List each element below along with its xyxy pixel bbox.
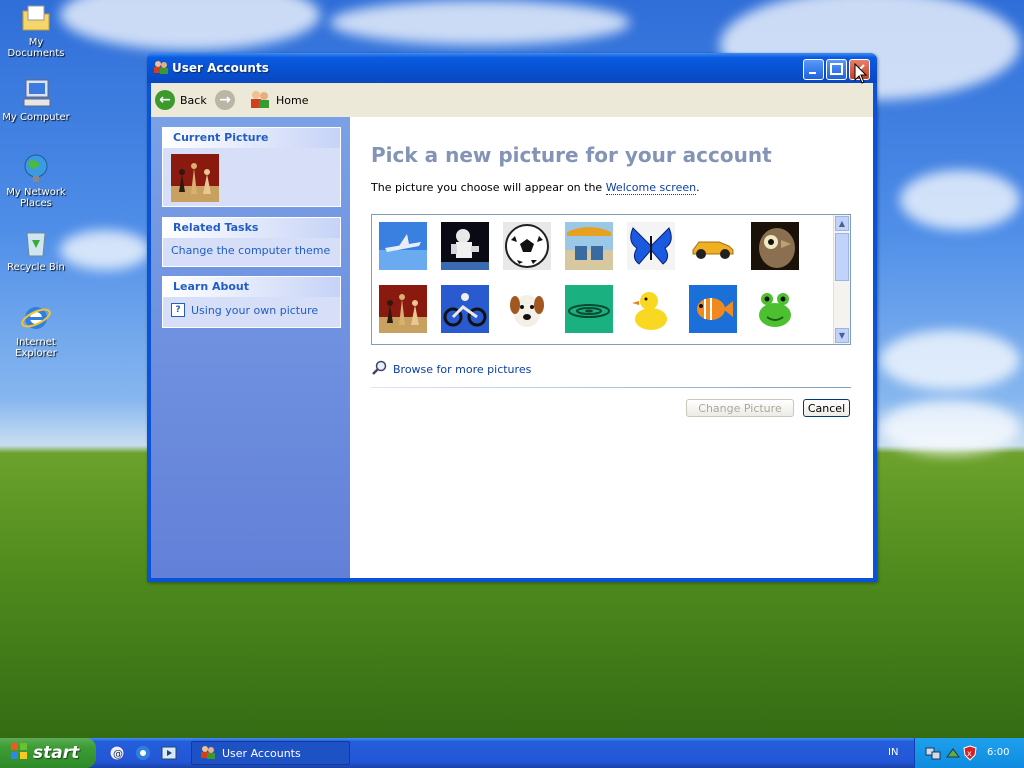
minimize-button[interactable] bbox=[803, 59, 824, 80]
link-label: Using your own picture bbox=[191, 303, 319, 317]
picture-drip[interactable] bbox=[565, 285, 613, 333]
title-bar[interactable]: User Accounts bbox=[147, 53, 877, 83]
panel-header: Learn About bbox=[163, 277, 340, 297]
desktop-icon-label: Recycle Bin bbox=[7, 262, 65, 273]
picture-dirt-bike[interactable] bbox=[441, 285, 489, 333]
desktop-icon-my-network-places[interactable]: My Network Places bbox=[0, 152, 72, 209]
gallery-scrollbar[interactable]: ▲ ▼ bbox=[833, 215, 850, 344]
maximize-button[interactable] bbox=[826, 59, 847, 80]
description-prefix: The picture you choose will appear on th… bbox=[371, 181, 606, 194]
svg-text:x: x bbox=[967, 749, 972, 758]
main-panel: Pick a new picture for your account The … bbox=[350, 117, 873, 578]
picture-gallery[interactable]: ▲ ▼ bbox=[371, 214, 851, 345]
picture-dog[interactable] bbox=[503, 285, 551, 333]
back-button[interactable]: ← Back bbox=[155, 88, 207, 112]
help-icon: ? bbox=[171, 303, 185, 317]
learn-about-panel: Learn About ? Using your own picture bbox=[162, 276, 341, 328]
quick-launch-media-player-icon[interactable] bbox=[160, 744, 178, 765]
using-your-own-picture-link[interactable]: ? Using your own picture bbox=[163, 297, 340, 323]
network-globe-icon bbox=[20, 152, 52, 184]
picture-car[interactable] bbox=[689, 222, 737, 270]
change-picture-button[interactable]: Change Picture bbox=[686, 399, 794, 417]
users-icon bbox=[249, 89, 271, 112]
language-indicator[interactable]: IN bbox=[888, 747, 898, 758]
minimize-icon bbox=[809, 72, 816, 74]
back-arrow-icon: ← bbox=[155, 90, 175, 110]
description-suffix: . bbox=[696, 181, 700, 194]
home-button[interactable]: Home bbox=[249, 88, 308, 112]
desktop-icon-recycle-bin[interactable]: Recycle Bin bbox=[0, 227, 72, 273]
desktop-icon-label: My Network Places bbox=[6, 187, 66, 209]
start-label: start bbox=[33, 743, 80, 763]
panel-header: Current Picture bbox=[163, 128, 340, 148]
forward-arrow-icon: → bbox=[215, 90, 235, 110]
clock[interactable]: 6:00 bbox=[987, 747, 1009, 758]
picture-airplane[interactable] bbox=[379, 222, 427, 270]
quick-launch: @ bbox=[108, 744, 178, 765]
users-icon bbox=[153, 60, 169, 77]
picture-astronaut[interactable] bbox=[441, 222, 489, 270]
picture-frog[interactable] bbox=[751, 285, 799, 333]
browse-for-more-pictures-link[interactable]: Browse for more pictures bbox=[371, 360, 531, 379]
windows-logo-icon bbox=[10, 742, 28, 765]
desktop-icon-label: My Documents bbox=[7, 37, 65, 59]
forward-button[interactable]: → bbox=[215, 88, 235, 112]
taskbar-button-user-accounts[interactable]: User Accounts bbox=[191, 741, 350, 765]
users-icon bbox=[200, 745, 216, 762]
svg-text:@: @ bbox=[113, 749, 123, 760]
magnifier-icon bbox=[371, 360, 387, 379]
navigation-toolbar: ← Back → Home bbox=[151, 83, 873, 118]
current-picture-panel: Current Picture bbox=[162, 127, 341, 207]
desktop-icon-internet-explorer[interactable]: Internet Explorer bbox=[0, 302, 72, 359]
scroll-down-arrow-icon[interactable]: ▼ bbox=[835, 328, 849, 343]
picture-duck[interactable] bbox=[627, 285, 675, 333]
task-sidebar: Current Picture Related Tasks Change the… bbox=[151, 117, 350, 578]
quick-launch-internet-explorer-icon[interactable] bbox=[134, 744, 152, 765]
picture-beach-chairs[interactable] bbox=[565, 222, 613, 270]
desktop-icon-label: My Computer bbox=[2, 112, 70, 123]
description-text: The picture you choose will appear on th… bbox=[371, 181, 700, 195]
window-title: User Accounts bbox=[172, 61, 269, 75]
user-accounts-window: User Accounts ← Back → Home Current Pict… bbox=[147, 53, 877, 582]
page-title: Pick a new picture for your account bbox=[371, 143, 772, 167]
cancel-button[interactable]: Cancel bbox=[803, 399, 850, 417]
panel-header: Related Tasks bbox=[163, 218, 340, 238]
internet-explorer-icon bbox=[20, 302, 52, 334]
divider bbox=[371, 387, 851, 388]
quick-launch-email-icon[interactable]: @ bbox=[108, 744, 126, 765]
computer-icon bbox=[20, 77, 52, 109]
home-label: Home bbox=[276, 93, 309, 107]
folder-icon bbox=[20, 2, 52, 34]
change-computer-theme-link[interactable]: Change the computer theme bbox=[163, 238, 340, 263]
desktop-icon-my-documents[interactable]: My Documents bbox=[0, 2, 72, 59]
system-tray: x 6:00 bbox=[914, 738, 1024, 768]
taskbar: start @ User Accounts IN x 6:00 bbox=[0, 738, 1024, 768]
recycle-bin-icon bbox=[20, 227, 52, 259]
safely-remove-icon[interactable] bbox=[945, 745, 961, 764]
network-icon[interactable] bbox=[925, 745, 941, 764]
picture-fish[interactable] bbox=[689, 285, 737, 333]
picture-butterfly[interactable] bbox=[627, 222, 675, 270]
mouse-cursor-icon bbox=[854, 63, 868, 84]
scrollbar-thumb[interactable] bbox=[835, 233, 849, 281]
current-picture-thumbnail bbox=[171, 154, 219, 202]
window-content: Current Picture Related Tasks Change the… bbox=[151, 117, 873, 578]
picture-soccer-ball[interactable] bbox=[503, 222, 551, 270]
start-button[interactable]: start bbox=[0, 738, 96, 768]
security-shield-icon[interactable]: x bbox=[963, 745, 977, 764]
browse-label: Browse for more pictures bbox=[393, 363, 532, 376]
desktop-icon-label: Internet Explorer bbox=[15, 337, 57, 359]
back-label: Back bbox=[180, 93, 207, 107]
maximize-icon bbox=[830, 63, 843, 75]
desktop-icon-my-computer[interactable]: My Computer bbox=[0, 77, 72, 123]
related-tasks-panel: Related Tasks Change the computer theme bbox=[162, 217, 341, 267]
task-label: User Accounts bbox=[222, 746, 301, 760]
picture-chess[interactable] bbox=[379, 285, 427, 333]
picture-owl[interactable] bbox=[751, 222, 799, 270]
welcome-screen-link[interactable]: Welcome screen bbox=[605, 181, 697, 195]
scroll-up-arrow-icon[interactable]: ▲ bbox=[835, 216, 849, 231]
